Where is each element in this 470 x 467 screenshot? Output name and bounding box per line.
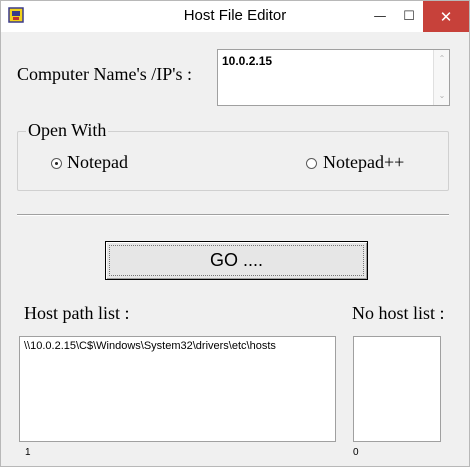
notepadpp-label[interactable]: Notepad++ [323, 152, 404, 173]
host-path-count: 1 [25, 447, 31, 458]
no-host-list[interactable] [353, 336, 441, 442]
focus-rectangle [109, 245, 364, 276]
no-host-count: 0 [353, 447, 359, 458]
title-bar[interactable]: Host File Editor — ☐ ✕ [1, 1, 469, 32]
notepad-radio[interactable] [51, 158, 62, 169]
open-with-title: Open With [26, 120, 109, 141]
maximize-button[interactable]: ☐ [394, 1, 424, 32]
minimize-button[interactable]: — [365, 1, 395, 32]
scroll-up-icon[interactable]: ⌃ [434, 52, 450, 66]
ip-scrollbar[interactable]: ⌃ ⌄ [433, 50, 449, 105]
scroll-down-icon[interactable]: ⌄ [434, 89, 450, 103]
client-area: Computer Name's /IP's : 10.0.2.15 ⌃ ⌄ Op… [8, 32, 463, 460]
computer-name-value: 10.0.2.15 [222, 54, 273, 68]
open-with-group: Open With Notepad Notepad++ [17, 120, 449, 191]
host-path-label: Host path list : [24, 303, 130, 323]
close-button[interactable]: ✕ [423, 1, 469, 32]
separator [17, 214, 449, 216]
list-item[interactable]: \\10.0.2.15\C$\Windows\System32\drivers\… [24, 340, 276, 352]
computer-name-label: Computer Name's /IP's : [17, 64, 192, 84]
no-host-label: No host list : [352, 303, 445, 323]
main-window: Host File Editor — ☐ ✕ Computer Name's /… [0, 0, 470, 467]
go-button[interactable]: GO .... [105, 241, 368, 280]
computer-name-input[interactable]: 10.0.2.15 ⌃ ⌄ [217, 49, 450, 106]
notepad-label[interactable]: Notepad [67, 152, 128, 173]
host-path-list[interactable]: \\10.0.2.15\C$\Windows\System32\drivers\… [19, 336, 336, 442]
notepadpp-radio[interactable] [306, 158, 317, 169]
